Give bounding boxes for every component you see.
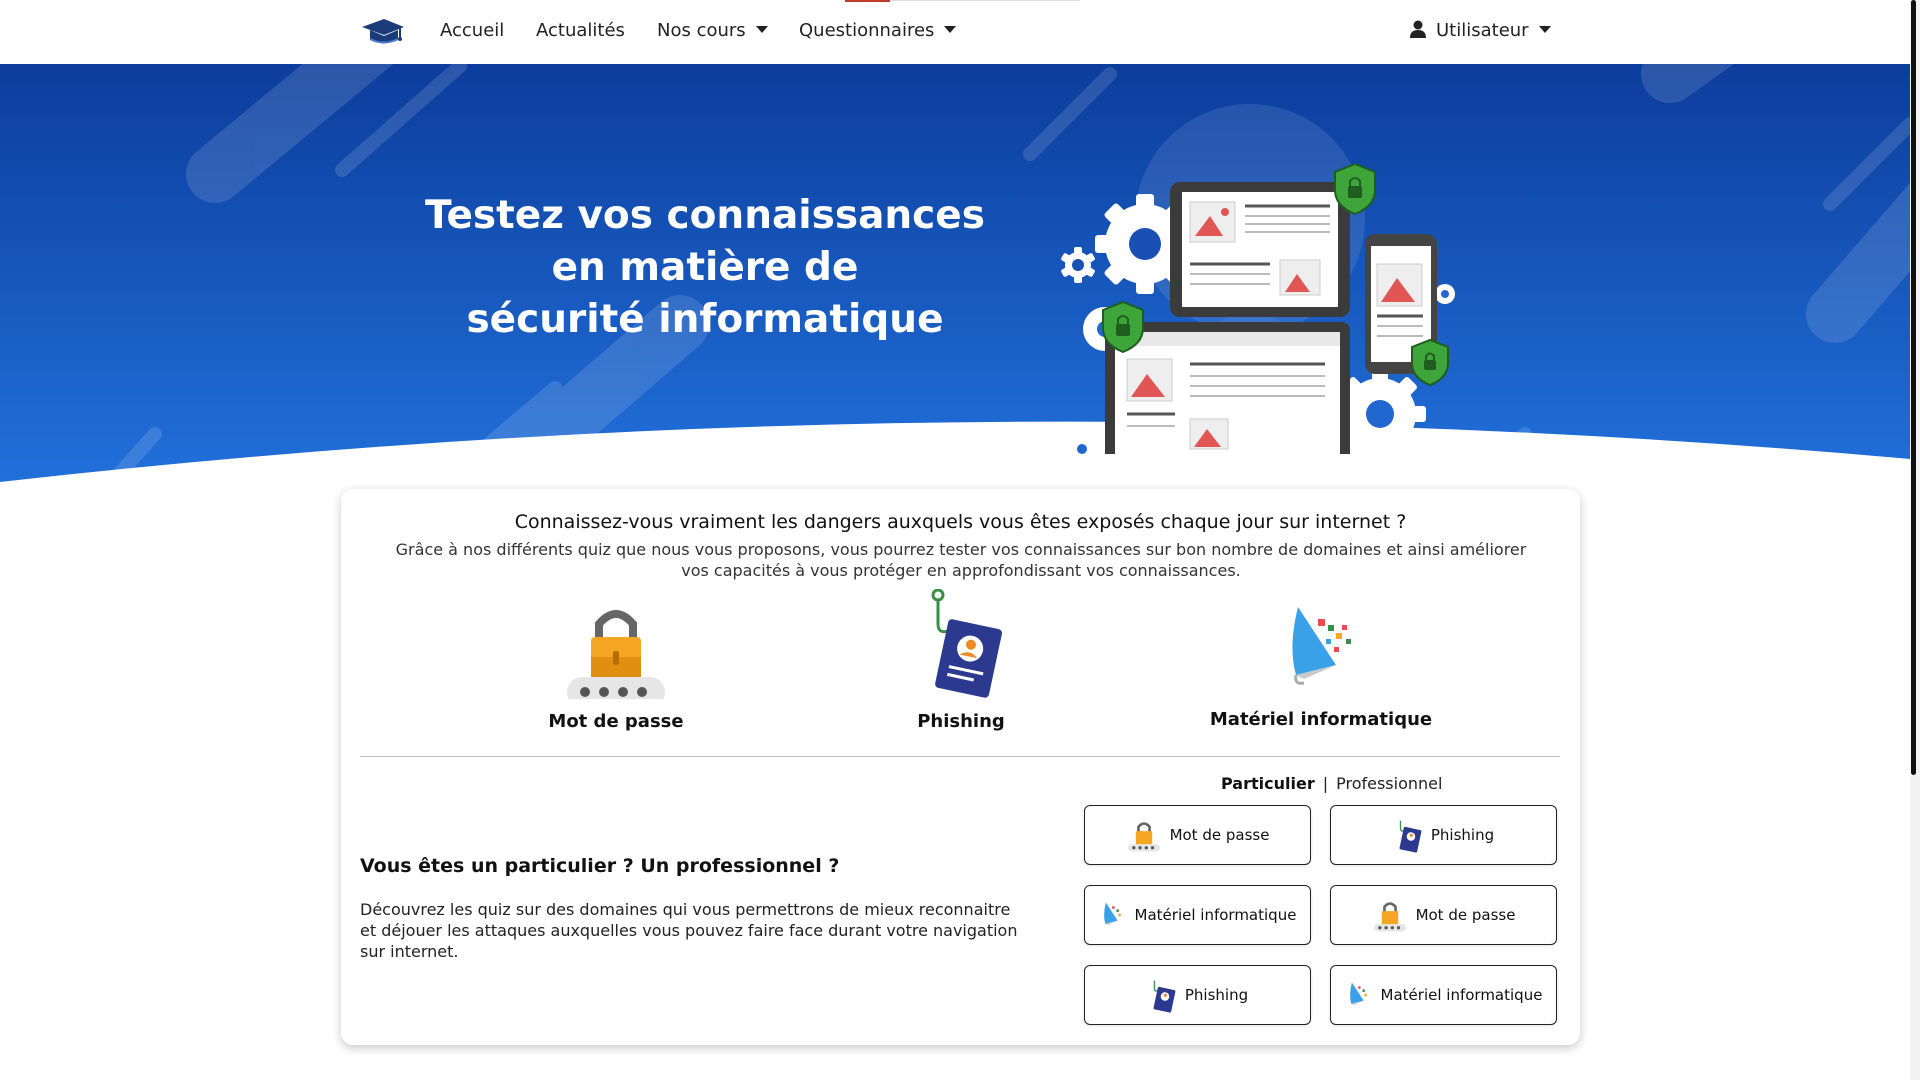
nav-questionnaires-dropdown[interactable]: Questionnaires bbox=[799, 20, 957, 41]
nav-nos-cours-label: Nos cours bbox=[657, 20, 746, 41]
feature-mot-de-passe[interactable]: Mot de passe bbox=[491, 599, 741, 732]
quiz-button-mot-de-passe-pro[interactable]: Mot de passe bbox=[1330, 885, 1557, 945]
top-navbar: Accueil Actualités Nos cours Questionnai… bbox=[0, 0, 1910, 64]
nav-questionnaires-label: Questionnaires bbox=[799, 20, 935, 41]
hero-title-line2: en matière de bbox=[551, 245, 859, 290]
nav-nos-cours-dropdown[interactable]: Nos cours bbox=[657, 20, 768, 41]
shield-lock-icon bbox=[1411, 338, 1449, 387]
quiz-button-label: Matériel informatique bbox=[1380, 986, 1543, 1004]
security-devices-illustration bbox=[1061, 162, 1455, 454]
hardware-cursor-icon bbox=[1292, 607, 1351, 685]
quiz-button-materiel-informatique[interactable]: Matériel informatique bbox=[1084, 885, 1311, 945]
feature-mot-de-passe-label: Mot de passe bbox=[548, 711, 684, 732]
shield-lock-icon bbox=[1334, 162, 1376, 216]
quiz-intro-card: Connaissez-vous vraiment les dangers aux… bbox=[341, 489, 1580, 1045]
caret-down-icon bbox=[944, 26, 957, 33]
quiz-button-label: Mot de passe bbox=[1415, 906, 1516, 924]
quiz-button-label: Mot de passe bbox=[1169, 826, 1270, 844]
toggle-separator: | bbox=[1322, 774, 1329, 793]
phishing-hook-icon bbox=[1153, 980, 1176, 1013]
user-menu-label: Utilisateur bbox=[1436, 20, 1529, 41]
nav-accent-line bbox=[845, 0, 890, 2]
nav-accent-line-grey bbox=[890, 0, 1080, 1]
quiz-button-label: Phishing bbox=[1430, 826, 1495, 844]
small-gear-icon bbox=[1061, 247, 1095, 283]
nav-accueil[interactable]: Accueil bbox=[440, 20, 504, 41]
quiz-button-phishing-pro[interactable]: Phishing bbox=[1084, 965, 1311, 1025]
phishing-hook-icon bbox=[931, 588, 1002, 698]
quiz-button-materiel-informatique-pro[interactable]: Matériel informatique bbox=[1330, 965, 1557, 1025]
page-scrollbar-thumb[interactable] bbox=[1911, 0, 1916, 775]
hero-title: Testez vos connaissances en matière de s… bbox=[420, 190, 990, 346]
small-gear-icon-right bbox=[1435, 284, 1455, 304]
feature-materiel-informatique-label: Matériel informatique bbox=[1209, 709, 1433, 730]
quiz-button-label: Phishing bbox=[1184, 986, 1249, 1004]
padlock-password-icon bbox=[567, 610, 665, 707]
nav-actualites-label: Actualités bbox=[536, 20, 625, 41]
section-subtitle: Vous êtes un particulier ? Un profession… bbox=[360, 855, 840, 877]
quiz-button-label: Matériel informatique bbox=[1134, 906, 1297, 924]
nav-accueil-label: Accueil bbox=[440, 20, 505, 41]
padlock-password-icon bbox=[1373, 902, 1406, 932]
card-intro-text: Grâce à nos différents quiz que nous vou… bbox=[395, 540, 1527, 580]
caret-down-icon bbox=[755, 26, 768, 33]
shield-lock-icon bbox=[1102, 300, 1144, 354]
toggle-professionnel[interactable]: Professionnel bbox=[1336, 774, 1442, 793]
user-menu-dropdown[interactable]: Utilisateur bbox=[1410, 20, 1551, 41]
feature-phishing-label: Phishing bbox=[917, 711, 1005, 732]
graduation-cap-logo-icon[interactable] bbox=[360, 16, 406, 48]
quiz-button-mot-de-passe[interactable]: Mot de passe bbox=[1084, 805, 1311, 865]
card-divider bbox=[360, 756, 1560, 757]
feature-materiel-informatique[interactable]: Matériel informatique bbox=[1201, 597, 1441, 730]
small-gear-icon-bottom-left bbox=[1070, 437, 1094, 454]
hero-title-line1: Testez vos connaissances bbox=[425, 193, 985, 238]
user-icon bbox=[1410, 20, 1426, 38]
padlock-password-icon bbox=[1127, 822, 1160, 852]
hardware-cursor-icon bbox=[1349, 982, 1367, 1005]
toggle-particulier[interactable]: Particulier bbox=[1221, 774, 1315, 793]
feature-phishing[interactable]: Phishing bbox=[861, 588, 1061, 732]
quiz-button-phishing[interactable]: Phishing bbox=[1330, 805, 1557, 865]
phishing-hook-icon bbox=[1399, 820, 1422, 853]
hardware-cursor-icon bbox=[1103, 902, 1121, 925]
section-description: Découvrez les quiz sur des domaines qui … bbox=[360, 900, 1018, 961]
hero-title-line3: sécurité informatique bbox=[466, 297, 944, 342]
caret-down-icon bbox=[1538, 26, 1551, 33]
nav-actualites[interactable]: Actualités bbox=[536, 20, 625, 41]
card-heading: Connaissez-vous vraiment les dangers aux… bbox=[514, 511, 1407, 533]
audience-toggle: Particulier | Professionnel bbox=[1221, 774, 1442, 793]
